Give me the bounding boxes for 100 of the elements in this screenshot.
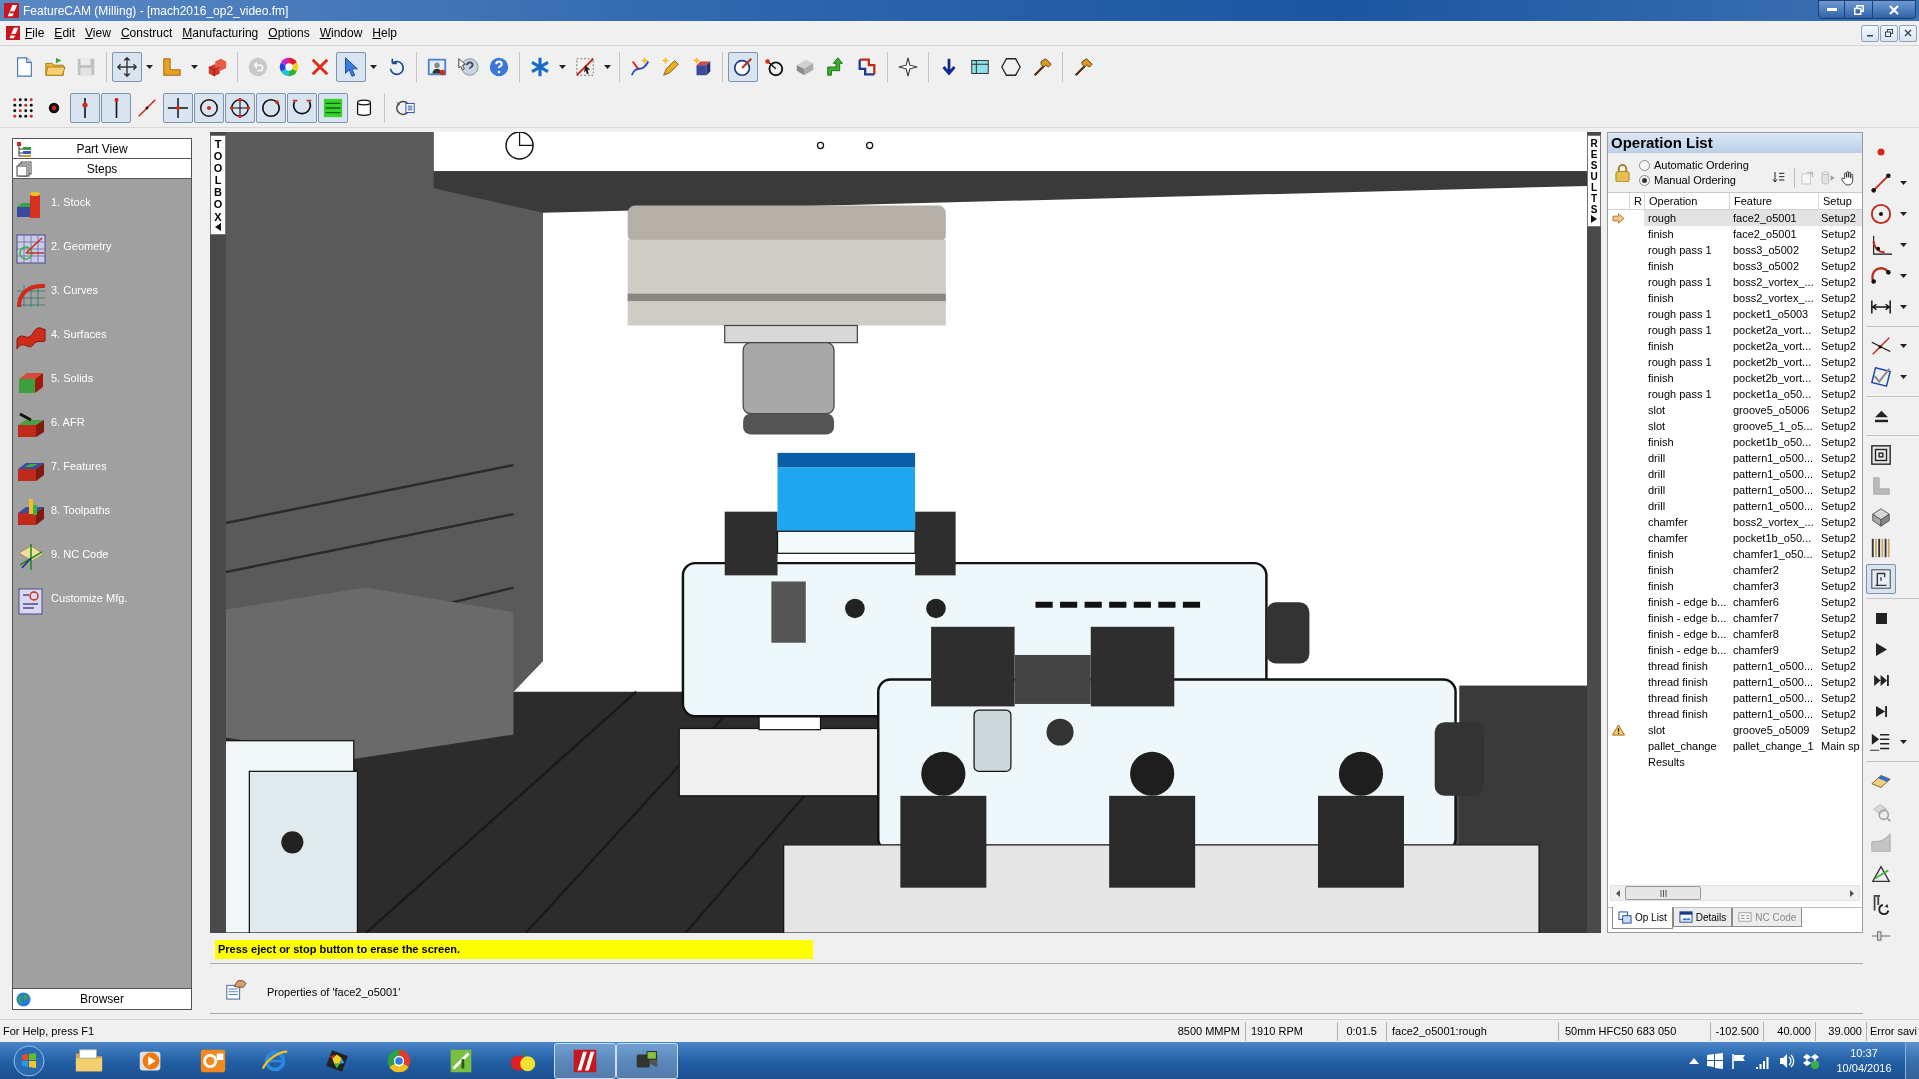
operation-name: thread finish (1648, 707, 1708, 720)
surface-sheet-icon (1870, 832, 1892, 854)
caret-icon (190, 65, 198, 69)
operation-name: slot (1648, 723, 1666, 736)
restore-button[interactable] (1880, 24, 1898, 42)
setup-name: Main sp (1821, 739, 1860, 752)
taskbar-app-button[interactable] (616, 1042, 678, 1079)
menu-item[interactable]: Window (314, 24, 368, 42)
four-way-arrows-button[interactable] (112, 52, 142, 82)
fillet-corner-icon (1870, 234, 1892, 256)
gauge-needle-button[interactable] (728, 52, 758, 82)
scrollbar-thumb[interactable] (1625, 886, 1701, 900)
crosshair-lines-button[interactable] (163, 92, 193, 123)
pencil-sparkle-icon (660, 56, 682, 78)
setup-name: Setup2 (1821, 563, 1856, 576)
grid-circle-icon (15, 233, 47, 265)
panel-tab[interactable]: Details (1672, 908, 1733, 927)
operation-name: drill (1648, 451, 1666, 464)
restore-button[interactable] (1845, 0, 1872, 19)
menu-item[interactable]: File (20, 24, 50, 42)
pointer-arrow-button[interactable] (336, 52, 366, 82)
vertical-line-button[interactable] (101, 92, 131, 123)
circle-quadrants-icon (229, 96, 251, 119)
menu-item[interactable]: Manufacturing (177, 24, 264, 42)
close-button[interactable] (1872, 0, 1916, 19)
radio-button[interactable] (1639, 174, 1650, 186)
sidebar-tab[interactable]: Steps (12, 158, 192, 179)
feature-name: pattern1_o500... (1733, 707, 1814, 720)
radio-label[interactable]: Automatic Ordering (1654, 158, 1749, 172)
radio-button[interactable] (1639, 159, 1650, 171)
status-field: 8500 MMPM (1177, 1022, 1240, 1040)
operation-name: finish (1648, 291, 1674, 304)
tree-list-icon (16, 140, 32, 157)
setup-name: Setup2 (1821, 323, 1856, 336)
flag-icon[interactable] (1731, 1052, 1747, 1069)
menu-item[interactable]: Help (367, 24, 403, 42)
browser-tab[interactable]: Browser (12, 988, 192, 1010)
setup-name: Setup2 (1821, 675, 1856, 688)
diamond-cluster-icon[interactable] (1803, 1052, 1819, 1069)
taskbar-app-button[interactable] (554, 1042, 616, 1079)
framed-gantry-button[interactable] (1866, 564, 1896, 594)
scroll-left-arrow-icon (1616, 889, 1620, 897)
close-button[interactable] (1899, 24, 1917, 42)
setup-name: Setup2 (1821, 435, 1856, 448)
play-triangle-icon (1875, 642, 1887, 656)
window-grid-icon[interactable] (1707, 1052, 1723, 1069)
results-tab[interactable]: RESULTS (1587, 135, 1601, 227)
vertical-line-point-button[interactable] (70, 92, 100, 123)
setup-name: Setup2 (1821, 355, 1856, 368)
horizontal-lines-button[interactable] (318, 92, 348, 123)
help-hint: For Help, press F1 (3, 1024, 95, 1037)
setup-name: Setup2 (1821, 275, 1856, 288)
feature-name: boss3_o5002 (1733, 243, 1800, 256)
feature-name: pallet_change_1 (1733, 739, 1814, 752)
column-header[interactable]: R (1629, 193, 1644, 209)
feature-name: face2_o5001 (1733, 211, 1797, 224)
operation-name: finish (1648, 435, 1674, 448)
toolbox-tab[interactable]: TOOLBOX (210, 135, 226, 235)
setup-name: Setup2 (1821, 243, 1856, 256)
menu-item[interactable]: Edit (49, 24, 81, 42)
feature-name: pocket2a_vort... (1733, 339, 1812, 352)
horizontal-scrollbar[interactable] (1610, 885, 1860, 901)
selected-row[interactable]: rough face2_o5001 Setup2 (1644, 210, 1862, 226)
setup-name: Setup2 (1821, 291, 1856, 304)
fast-forward-icon (1873, 674, 1889, 686)
circle-quadrants-button[interactable] (225, 92, 255, 123)
clock-time[interactable]: 10:37 (1850, 1045, 1878, 1061)
sidebar-tab[interactable]: Part View (12, 138, 192, 159)
feature-name: chamfer9 (1733, 643, 1779, 656)
show-desktop-button[interactable] (1905, 1042, 1919, 1079)
interlocked-paths-icon (856, 56, 878, 78)
setup-name: Setup2 (1821, 371, 1856, 384)
operation-name: finish (1648, 579, 1674, 592)
orb-icon (13, 1044, 45, 1077)
circle-outline-button[interactable] (256, 92, 286, 123)
chevron-up-icon[interactable] (1689, 1057, 1699, 1064)
setup-name: Setup2 (1821, 579, 1856, 592)
feature-name: pocket1_o5003 (1733, 307, 1809, 320)
minimize-button[interactable] (1818, 0, 1845, 19)
circle-center-button[interactable] (194, 92, 224, 123)
operation-name: pallet_change (1648, 739, 1717, 752)
arc-outline-button[interactable] (287, 92, 317, 123)
arc-endpoints-icon (1870, 265, 1892, 287)
panel-tab[interactable]: Op List (1612, 907, 1673, 929)
step-list-icon (1870, 731, 1892, 753)
speaker-icon[interactable] (1779, 1052, 1795, 1069)
feature-name: pattern1_o500... (1733, 659, 1814, 672)
setup-name: Setup2 (1821, 467, 1856, 480)
menu-item[interactable]: Options (263, 24, 315, 42)
list-window-icon (1618, 910, 1632, 925)
setup-name: Setup2 (1821, 723, 1856, 736)
menu-item[interactable]: View (80, 24, 116, 42)
open-folder-icon (44, 56, 66, 78)
radio-label[interactable]: Manual Ordering (1654, 173, 1736, 187)
feature-name: boss2_vortex_... (1733, 275, 1814, 288)
hammer-icon (1031, 56, 1053, 78)
menu-item[interactable]: Construct (115, 24, 178, 42)
help-cursor-icon (457, 56, 479, 78)
setup-name: Setup2 (1821, 531, 1856, 544)
clock-date[interactable]: 10/04/2016 (1836, 1060, 1892, 1076)
